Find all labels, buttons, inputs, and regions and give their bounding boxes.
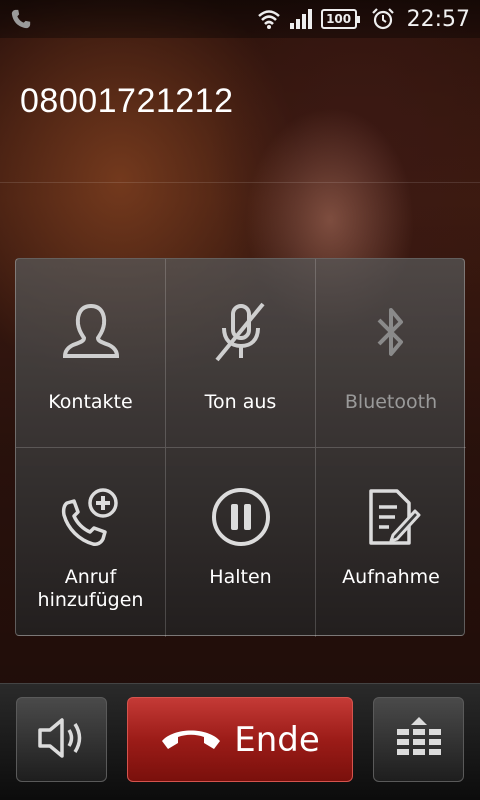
- battery-icon: 100: [320, 9, 360, 29]
- dialpad-button[interactable]: [373, 697, 464, 782]
- status-bar: 100 22:57: [0, 0, 480, 38]
- add-call-button[interactable]: Anruf hinzufügen: [16, 448, 166, 637]
- bluetooth-icon: [359, 297, 423, 367]
- record-label: Aufnahme: [342, 566, 440, 588]
- add-call-icon: [59, 482, 123, 552]
- phone-icon: [10, 8, 32, 30]
- record-button[interactable]: Aufnahme: [316, 448, 466, 637]
- hold-button[interactable]: Halten: [166, 448, 316, 637]
- signal-icon: [289, 8, 313, 30]
- clock: 22:57: [406, 6, 470, 32]
- contacts-button[interactable]: Kontakte: [16, 259, 166, 448]
- wifi-icon: [257, 8, 281, 30]
- speaker-icon: [36, 716, 88, 764]
- add-call-label: Anruf hinzufügen: [37, 566, 144, 611]
- end-call-button[interactable]: Ende: [127, 697, 353, 782]
- end-call-label: Ende: [234, 719, 320, 760]
- hold-label: Halten: [209, 566, 272, 588]
- pause-icon: [209, 482, 273, 552]
- contacts-icon: [59, 297, 123, 367]
- mute-label: Ton aus: [204, 391, 277, 413]
- bottom-bar: Ende: [0, 683, 480, 800]
- contacts-label: Kontakte: [48, 391, 133, 413]
- phone-number: 08001721212: [20, 82, 234, 120]
- dialpad-icon: [395, 715, 443, 765]
- call-actions-panel: Kontakte Ton aus Bluetooth Anruf hinzufü…: [15, 258, 466, 637]
- mute-button[interactable]: Ton aus: [166, 259, 316, 448]
- speaker-button[interactable]: [16, 697, 107, 782]
- hangup-icon: [160, 723, 222, 757]
- caller-info: 08001721212: [0, 38, 480, 183]
- record-note-icon: [359, 482, 423, 552]
- mute-mic-icon: [209, 297, 273, 367]
- alarm-icon: [371, 7, 395, 31]
- bluetooth-button[interactable]: Bluetooth: [316, 259, 466, 448]
- bluetooth-label: Bluetooth: [344, 391, 438, 413]
